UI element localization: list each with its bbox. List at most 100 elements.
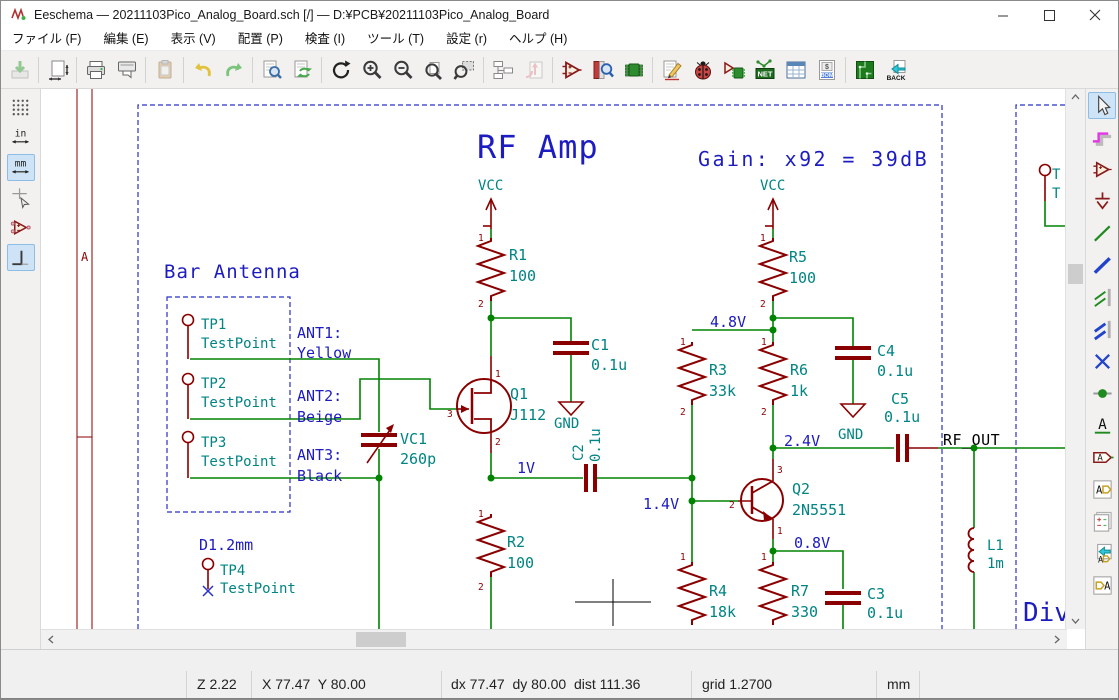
netlist-button[interactable]: NET: [749, 54, 780, 86]
pcbnew-button[interactable]: [849, 54, 880, 86]
place-wire-button[interactable]: [1088, 220, 1116, 247]
find-replace-button[interactable]: [287, 54, 318, 86]
vcc-symbol-1[interactable]: [483, 199, 496, 229]
resistor-r6[interactable]: [760, 342, 786, 405]
capacitor-c3[interactable]: [825, 591, 861, 605]
minimize-button[interactable]: [980, 1, 1026, 29]
scroll-left-arrow[interactable]: [43, 631, 59, 647]
hidden-pins-button[interactable]: [7, 214, 35, 241]
resistor-r5[interactable]: [760, 238, 786, 301]
rf-out-net-label: RF_OUT: [943, 431, 1000, 449]
capacitor-c1[interactable]: [553, 341, 589, 355]
zoom-selection-button[interactable]: [449, 54, 480, 86]
find-button[interactable]: [256, 54, 287, 86]
hierarchical-label-button[interactable]: A: [1088, 476, 1116, 503]
symbol-library-browser-button[interactable]: [587, 54, 618, 86]
resistor-r7[interactable]: [760, 562, 786, 625]
import-sheet-pin-button[interactable]: A: [1088, 540, 1116, 567]
menu-file[interactable]: ファイル (F): [1, 29, 92, 50]
resistor-r1[interactable]: [478, 238, 504, 301]
capacitor-c4[interactable]: [835, 346, 871, 360]
zoom-in-button[interactable]: [356, 54, 387, 86]
page-settings-button[interactable]: [42, 54, 73, 86]
menu-tools[interactable]: ツール (T): [356, 29, 435, 50]
hierarchical-sheet-button[interactable]: [1088, 508, 1116, 535]
horizontal-scrollbar[interactable]: [41, 629, 1067, 649]
resistor-r4[interactable]: [679, 562, 705, 625]
transistor-q2[interactable]: [741, 479, 783, 521]
units-inches-button[interactable]: in: [7, 124, 35, 151]
gnd-symbol-1[interactable]: [559, 402, 583, 415]
menu-edit[interactable]: 編集 (E): [92, 29, 159, 50]
menu-help[interactable]: ヘルプ (H): [498, 29, 578, 50]
r3-ref: R3: [709, 361, 727, 379]
annotate-button[interactable]: [656, 54, 687, 86]
vcc-symbol-2[interactable]: [765, 199, 778, 229]
capacitor-c5[interactable]: [896, 434, 909, 462]
transistor-q1[interactable]: [456, 379, 511, 433]
symbol-editor-button[interactable]: [556, 54, 587, 86]
highlight-net-button[interactable]: [1088, 124, 1116, 151]
chevron-left-icon: [48, 635, 54, 644]
global-label-button[interactable]: A: [1088, 444, 1116, 471]
page-settings-icon: [46, 58, 70, 82]
scroll-down-arrow[interactable]: [1067, 613, 1083, 629]
menu-preferences[interactable]: 設定 (r): [435, 29, 498, 50]
no-connect-button[interactable]: [1088, 348, 1116, 375]
sheet-pin-button[interactable]: A: [1088, 572, 1116, 599]
vertical-scroll-thumb[interactable]: [1068, 264, 1083, 284]
testpoint-tp5[interactable]: [1040, 165, 1051, 176]
vertical-scrollbar[interactable]: [1065, 89, 1085, 629]
resistor-r2[interactable]: [478, 514, 504, 577]
wire-to-bus-entry-button[interactable]: [1088, 284, 1116, 311]
scroll-right-arrow[interactable]: [1049, 631, 1065, 647]
place-symbol-button[interactable]: [1088, 156, 1116, 183]
zoom-fit-button[interactable]: [418, 54, 449, 86]
c5-ref: C5: [891, 390, 909, 408]
testpoint-tp3[interactable]: [183, 432, 194, 443]
inductor-l1[interactable]: [969, 528, 974, 572]
horizontal-scroll-thumb[interactable]: [356, 632, 406, 647]
units-mm-button[interactable]: mm: [7, 154, 35, 181]
bom-button[interactable]: $BOM: [811, 54, 842, 86]
erc-button[interactable]: [687, 54, 718, 86]
testpoint-tp4[interactable]: [203, 559, 214, 570]
testpoint-tp2[interactable]: [183, 374, 194, 385]
paste-button[interactable]: [149, 54, 180, 86]
footprint-editor-button[interactable]: [618, 54, 649, 86]
menu-inspect[interactable]: 検査 (I): [294, 29, 356, 50]
leave-sheet-button[interactable]: [518, 54, 549, 86]
tp3-value: TestPoint: [201, 454, 277, 470]
redo-button[interactable]: [218, 54, 249, 86]
place-junction-button[interactable]: [1088, 380, 1116, 407]
place-bus-button[interactable]: [1088, 252, 1116, 279]
schematic-canvas[interactable]: A: [41, 89, 1067, 629]
print-button[interactable]: [80, 54, 111, 86]
hierarchy-navigator-button[interactable]: [487, 54, 518, 86]
zoom-out-button[interactable]: [387, 54, 418, 86]
maximize-button[interactable]: [1026, 1, 1072, 29]
plot-button[interactable]: [111, 54, 142, 86]
scroll-up-arrow[interactable]: [1067, 89, 1083, 105]
menu-view[interactable]: 表示 (V): [160, 29, 227, 50]
svg-text:2: 2: [478, 582, 484, 593]
capacitor-c2[interactable]: [584, 464, 597, 492]
assign-footprints-button[interactable]: [718, 54, 749, 86]
place-power-port-button[interactable]: [1088, 188, 1116, 215]
edit-fields-button[interactable]: [780, 54, 811, 86]
refresh-button[interactable]: [325, 54, 356, 86]
gnd-symbol-2[interactable]: [841, 404, 865, 417]
hv-wire-mode-button[interactable]: [7, 244, 35, 271]
select-tool-button[interactable]: [1088, 92, 1116, 119]
menu-place[interactable]: 配置 (P): [227, 29, 294, 50]
bus-to-bus-entry-button[interactable]: [1088, 316, 1116, 343]
cursor-shape-button[interactable]: [7, 184, 35, 211]
close-button[interactable]: [1072, 1, 1118, 29]
save-button[interactable]: [4, 54, 35, 86]
testpoint-tp1[interactable]: [183, 315, 194, 326]
resistor-r3[interactable]: [679, 342, 705, 405]
back-import-button[interactable]: BACK: [880, 54, 911, 86]
grid-toggle-button[interactable]: [7, 94, 35, 121]
net-label-button[interactable]: A: [1088, 412, 1116, 439]
undo-button[interactable]: [187, 54, 218, 86]
